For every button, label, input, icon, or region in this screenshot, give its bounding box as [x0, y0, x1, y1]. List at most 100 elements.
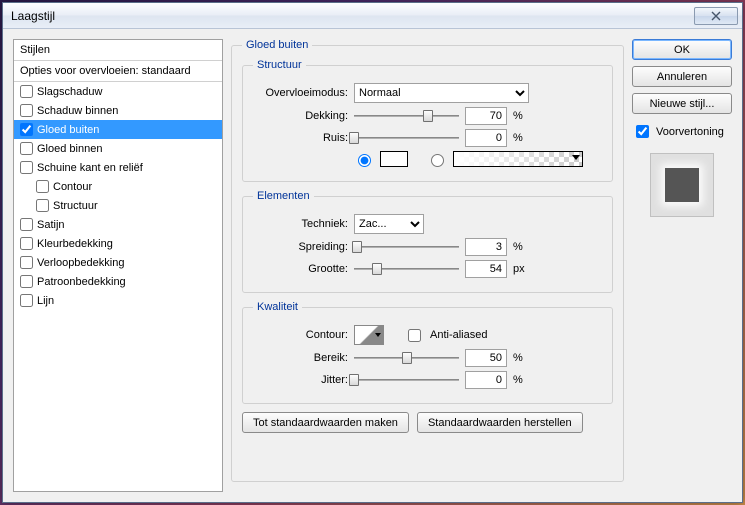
style-checkbox[interactable]	[20, 256, 33, 269]
new-style-button[interactable]: Nieuwe stijl...	[632, 93, 732, 114]
style-checkbox[interactable]	[36, 180, 49, 193]
contour-label: Contour:	[253, 329, 348, 341]
style-checkbox[interactable]	[20, 294, 33, 307]
style-label: Satijn	[37, 219, 65, 231]
style-checkbox[interactable]	[20, 142, 33, 155]
opacity-input[interactable]	[465, 107, 507, 125]
style-label: Verloopbedekking	[37, 257, 124, 269]
jitter-input[interactable]	[465, 371, 507, 389]
style-item-4[interactable]: Schuine kant en reliëf	[14, 158, 222, 177]
opacity-slider[interactable]	[354, 108, 459, 124]
opacity-label: Dekking:	[253, 110, 348, 122]
noise-label: Ruis:	[253, 132, 348, 144]
style-item-3[interactable]: Gloed binnen	[14, 139, 222, 158]
style-item-7[interactable]: Satijn	[14, 215, 222, 234]
style-label: Patroonbedekking	[37, 276, 126, 288]
make-default-button[interactable]: Tot standaardwaarden maken	[242, 412, 409, 433]
preview-inner	[665, 168, 699, 202]
style-label: Schuine kant en reliëf	[37, 162, 143, 174]
size-slider[interactable]	[354, 261, 459, 277]
blendmode-select[interactable]: Normaal	[354, 83, 529, 103]
titlebar[interactable]: Laagstijl	[3, 3, 742, 29]
style-label: Schaduw binnen	[37, 105, 118, 117]
style-item-6[interactable]: Structuur	[14, 196, 222, 215]
spread-unit: %	[513, 241, 531, 253]
close-icon	[711, 11, 721, 21]
dialog-body: Stijlen Opties voor overvloeien: standaa…	[3, 29, 742, 502]
style-item-0[interactable]: Slagschaduw	[14, 82, 222, 101]
outer-glow-group: Gloed buiten Structuur Overvloeimodus: N…	[231, 39, 624, 482]
antialias-checkbox[interactable]	[408, 329, 421, 342]
antialias-label: Anti-aliased	[430, 329, 487, 341]
preview-thumbnail	[650, 153, 714, 217]
spread-label: Spreiding:	[253, 241, 348, 253]
range-slider[interactable]	[354, 350, 459, 366]
size-label: Grootte:	[253, 263, 348, 275]
gradient-swatch[interactable]	[453, 151, 583, 167]
size-unit: px	[513, 263, 531, 275]
reset-default-button[interactable]: Standaardwaarden herstellen	[417, 412, 583, 433]
style-label: Contour	[53, 181, 92, 193]
quality-group: Kwaliteit Contour: Anti-aliased Bereik:	[242, 301, 613, 404]
style-label: Structuur	[53, 200, 98, 212]
noise-input[interactable]	[465, 129, 507, 147]
preview-toggle[interactable]: Voorvertoning	[632, 122, 732, 141]
style-item-1[interactable]: Schaduw binnen	[14, 101, 222, 120]
right-button-panel: OK Annuleren Nieuwe stijl... Voorvertoni…	[632, 39, 732, 492]
style-label: Gloed binnen	[37, 143, 102, 155]
effect-title: Gloed buiten	[242, 39, 312, 51]
styles-list-panel: Stijlen Opties voor overvloeien: standaa…	[13, 39, 223, 492]
style-checkbox[interactable]	[36, 199, 49, 212]
color-swatch[interactable]	[380, 151, 408, 167]
range-input[interactable]	[465, 349, 507, 367]
jitter-unit: %	[513, 374, 531, 386]
style-checkbox[interactable]	[20, 161, 33, 174]
window-title: Laagstijl	[11, 9, 694, 23]
range-label: Bereik:	[253, 352, 348, 364]
style-checkbox[interactable]	[20, 237, 33, 250]
blend-options-row[interactable]: Opties voor overvloeien: standaard	[14, 61, 222, 82]
range-unit: %	[513, 352, 531, 364]
style-checkbox[interactable]	[20, 123, 33, 136]
elements-group: Elementen Techniek: Zac... Spreiding: %	[242, 190, 613, 293]
blendmode-label: Overvloeimodus:	[253, 87, 348, 99]
preview-label: Voorvertoning	[656, 126, 724, 138]
style-checkbox[interactable]	[20, 85, 33, 98]
spread-slider[interactable]	[354, 239, 459, 255]
layer-style-dialog: Laagstijl Stijlen Opties voor overvloeie…	[2, 2, 743, 503]
opacity-unit: %	[513, 110, 531, 122]
style-label: Lijn	[37, 295, 54, 307]
elements-legend: Elementen	[253, 190, 314, 202]
structure-legend: Structuur	[253, 59, 306, 71]
style-item-10[interactable]: Patroonbedekking	[14, 272, 222, 291]
technique-select[interactable]: Zac...	[354, 214, 424, 234]
jitter-slider[interactable]	[354, 372, 459, 388]
effect-settings-panel: Gloed buiten Structuur Overvloeimodus: N…	[231, 39, 624, 492]
style-label: Gloed buiten	[37, 124, 99, 136]
style-item-2[interactable]: Gloed buiten	[14, 120, 222, 139]
style-label: Slagschaduw	[37, 86, 102, 98]
noise-slider[interactable]	[354, 130, 459, 146]
style-checkbox[interactable]	[20, 275, 33, 288]
style-item-5[interactable]: Contour	[14, 177, 222, 196]
structure-group: Structuur Overvloeimodus: Normaal Dekkin…	[242, 59, 613, 182]
contour-picker[interactable]	[354, 325, 384, 345]
quality-legend: Kwaliteit	[253, 301, 302, 313]
spread-input[interactable]	[465, 238, 507, 256]
style-checkbox[interactable]	[20, 104, 33, 117]
close-button[interactable]	[694, 7, 738, 25]
gradient-radio[interactable]	[431, 154, 444, 167]
noise-unit: %	[513, 132, 531, 144]
style-item-8[interactable]: Kleurbedekking	[14, 234, 222, 253]
jitter-label: Jitter:	[253, 374, 348, 386]
size-input[interactable]	[465, 260, 507, 278]
style-item-11[interactable]: Lijn	[14, 291, 222, 310]
ok-button[interactable]: OK	[632, 39, 732, 60]
color-radio[interactable]	[358, 154, 371, 167]
preview-checkbox[interactable]	[636, 125, 649, 138]
styles-header[interactable]: Stijlen	[14, 40, 222, 61]
style-checkbox[interactable]	[20, 218, 33, 231]
cancel-button[interactable]: Annuleren	[632, 66, 732, 87]
style-item-9[interactable]: Verloopbedekking	[14, 253, 222, 272]
technique-label: Techniek:	[253, 218, 348, 230]
